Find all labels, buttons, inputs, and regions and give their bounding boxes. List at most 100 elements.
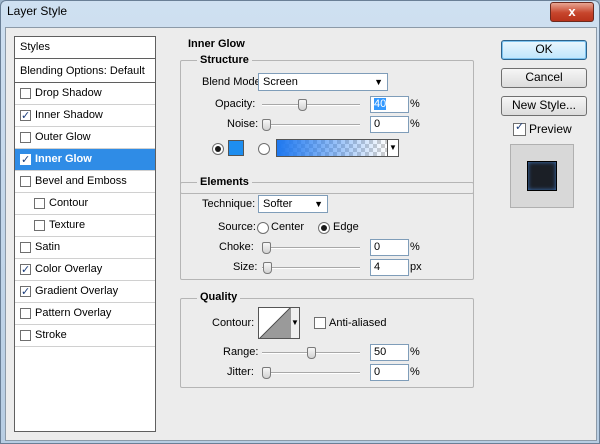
- layer-style-window: Layer Style x Styles Blending Options: D…: [0, 0, 600, 444]
- choke-slider-thumb[interactable]: [262, 242, 271, 254]
- elements-title: Elements: [197, 176, 252, 188]
- style-item-checkbox[interactable]: [34, 198, 45, 209]
- style-item[interactable]: Contour: [15, 193, 155, 215]
- style-item-checkbox[interactable]: [34, 220, 45, 231]
- ok-button[interactable]: OK: [501, 40, 587, 60]
- size-input[interactable]: 4: [370, 259, 409, 276]
- style-item-checkbox[interactable]: [20, 176, 31, 187]
- style-item[interactable]: Color Overlay: [15, 259, 155, 281]
- style-item[interactable]: Gradient Overlay: [15, 281, 155, 303]
- style-item[interactable]: Pattern Overlay: [15, 303, 155, 325]
- opacity-unit: %: [410, 98, 420, 110]
- style-item-checkbox[interactable]: [20, 260, 31, 281]
- glow-gradient-picker[interactable]: [276, 139, 388, 157]
- style-item[interactable]: Texture: [15, 215, 155, 237]
- style-item[interactable]: Inner Shadow: [15, 105, 155, 127]
- technique-value: Softer: [263, 198, 293, 210]
- title-bar[interactable]: Layer Style x: [1, 1, 599, 25]
- glow-gradient-radio[interactable]: [258, 143, 270, 155]
- jitter-slider-thumb[interactable]: [262, 367, 271, 379]
- style-item-label: Contour: [49, 197, 89, 209]
- opacity-value: 40: [374, 98, 387, 110]
- range-input[interactable]: 50: [370, 344, 409, 361]
- range-value: 50: [374, 346, 387, 358]
- style-item[interactable]: Satin: [15, 237, 155, 259]
- source-center-radio[interactable]: [257, 222, 269, 234]
- blend-mode-value: Screen: [263, 76, 298, 88]
- range-unit: %: [410, 346, 420, 358]
- cancel-button[interactable]: Cancel: [501, 68, 587, 88]
- contour-preview[interactable]: [258, 307, 292, 339]
- blend-mode-select[interactable]: Screen ▼: [258, 73, 388, 91]
- choke-slider[interactable]: [262, 242, 360, 254]
- preview-label: Preview: [529, 122, 572, 136]
- noise-label: Noise:: [227, 118, 259, 130]
- technique-select[interactable]: Softer ▼: [258, 195, 328, 213]
- style-item-checkbox[interactable]: [20, 282, 31, 303]
- style-item-checkbox[interactable]: [20, 330, 31, 341]
- noise-slider[interactable]: [262, 119, 360, 131]
- dialog-client: Styles Blending Options: Default Drop Sh…: [5, 27, 597, 441]
- range-slider-thumb[interactable]: [307, 347, 316, 359]
- chevron-down-icon: ▼: [374, 77, 383, 87]
- blending-options-default[interactable]: Blending Options: Default: [15, 61, 155, 83]
- style-item-label: Inner Shadow: [35, 109, 103, 121]
- style-item-label: Satin: [35, 241, 61, 253]
- style-item-label: Stroke: [35, 329, 67, 341]
- jitter-slider[interactable]: [262, 367, 360, 379]
- blend-mode-label: Blend Mode:: [202, 76, 264, 88]
- size-slider[interactable]: [262, 262, 360, 274]
- noise-unit: %: [410, 118, 420, 130]
- contour-label: Contour:: [212, 317, 255, 329]
- styles-header[interactable]: Styles: [15, 37, 155, 59]
- technique-label: Technique:: [202, 198, 256, 210]
- style-item-label: Texture: [49, 219, 86, 231]
- style-item-checkbox[interactable]: [20, 242, 31, 253]
- opacity-slider-thumb[interactable]: [298, 99, 307, 111]
- glow-color-swatch[interactable]: [228, 140, 244, 156]
- source-label: Source:: [218, 221, 256, 233]
- style-item[interactable]: Inner Glow: [15, 149, 155, 171]
- style-item-checkbox[interactable]: [20, 106, 31, 127]
- jitter-input[interactable]: 0: [370, 364, 409, 381]
- quality-title: Quality: [197, 291, 241, 303]
- preview-checkbox[interactable]: [513, 120, 526, 136]
- chevron-down-icon[interactable]: ▼: [387, 139, 399, 157]
- opacity-slider[interactable]: [262, 99, 360, 111]
- style-item-label: Gradient Overlay: [35, 285, 119, 297]
- window-title: Layer Style: [7, 4, 68, 18]
- noise-slider-thumb[interactable]: [262, 119, 271, 131]
- close-button[interactable]: x: [550, 2, 594, 22]
- style-item-checkbox[interactable]: [20, 308, 31, 319]
- size-unit: px: [410, 261, 422, 273]
- structure-title: Structure: [197, 54, 252, 66]
- quality-group: [180, 298, 474, 388]
- style-item-label: Pattern Overlay: [35, 307, 112, 319]
- style-item[interactable]: Drop Shadow: [15, 83, 155, 105]
- style-item-checkbox[interactable]: [20, 132, 31, 143]
- style-item[interactable]: Stroke: [15, 325, 155, 347]
- anti-aliased-checkbox[interactable]: [314, 317, 326, 329]
- opacity-label: Opacity:: [215, 98, 256, 110]
- style-item-checkbox[interactable]: [20, 150, 31, 171]
- opacity-input[interactable]: 40: [370, 96, 409, 113]
- choke-input[interactable]: 0: [370, 239, 409, 256]
- choke-value: 0: [374, 241, 381, 253]
- style-item-checkbox[interactable]: [20, 88, 31, 99]
- jitter-label: Jitter:: [227, 366, 254, 378]
- inner-glow-title: Inner Glow: [188, 38, 245, 50]
- size-value: 4: [374, 261, 381, 273]
- style-item-label: Outer Glow: [35, 131, 91, 143]
- noise-input[interactable]: 0: [370, 116, 409, 133]
- range-slider[interactable]: [262, 347, 360, 359]
- source-edge-radio[interactable]: [318, 222, 330, 234]
- style-item[interactable]: Bevel and Emboss: [15, 171, 155, 193]
- new-style-button[interactable]: New Style...: [501, 96, 587, 116]
- source-center-label: Center: [271, 221, 305, 233]
- style-item-label: Color Overlay: [35, 263, 103, 275]
- glow-color-radio[interactable]: [212, 143, 224, 155]
- chevron-down-icon[interactable]: ▼: [291, 307, 300, 339]
- size-slider-thumb[interactable]: [263, 262, 272, 274]
- style-item[interactable]: Outer Glow: [15, 127, 155, 149]
- range-label: Range:: [223, 346, 259, 358]
